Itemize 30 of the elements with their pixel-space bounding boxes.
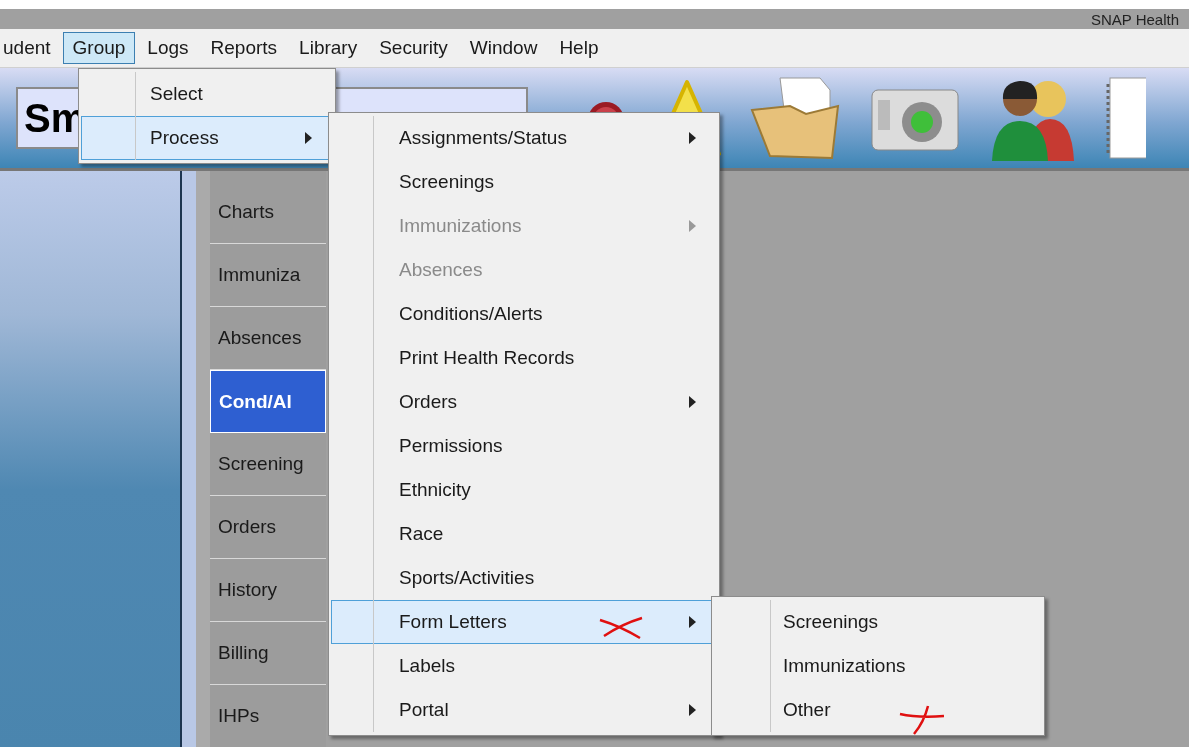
menu-item[interactable]: Orders	[331, 380, 717, 424]
menu-item[interactable]: Logs	[137, 32, 199, 64]
menu-item[interactable]: Screenings	[331, 160, 717, 204]
menu-item[interactable]: Ethnicity	[331, 468, 717, 512]
menu-item[interactable]: Print Health Records	[331, 336, 717, 380]
menu-item[interactable]: Reports	[200, 32, 288, 64]
cross-mark	[598, 614, 644, 640]
window-title: SNAP Health	[1090, 10, 1179, 28]
menu-item[interactable]: Conditions/Alerts	[331, 292, 717, 336]
menu-item[interactable]: Immunizations	[714, 644, 1042, 688]
menu-item[interactable]: Select	[81, 72, 333, 116]
menu-item[interactable]: Group	[62, 32, 136, 64]
splitter-bar[interactable]	[182, 171, 210, 747]
menu-item[interactable]: Library	[289, 32, 368, 64]
cross-mark	[898, 704, 946, 736]
menu-item[interactable]: Race	[331, 512, 717, 556]
side-tab[interactable]: Cond/Al	[210, 370, 326, 433]
folder-icon	[750, 76, 842, 160]
menu-item[interactable]: Assignments/Status	[331, 116, 717, 160]
menu-item[interactable]: Sports/Activities	[331, 556, 717, 600]
menu-item[interactable]: Security	[369, 32, 458, 64]
menu-item[interactable]: Labels	[331, 644, 717, 688]
menu-item[interactable]: Help	[549, 32, 609, 64]
menu-item[interactable]: Screenings	[714, 600, 1042, 644]
notebook-icon	[1106, 76, 1146, 160]
menu-item[interactable]: Permissions	[331, 424, 717, 468]
menu-item[interactable]: udent	[0, 32, 61, 64]
menu-item[interactable]: Window	[459, 32, 548, 64]
menu-item[interactable]: Portal	[331, 688, 717, 732]
menu-item[interactable]: Other	[714, 688, 1042, 732]
